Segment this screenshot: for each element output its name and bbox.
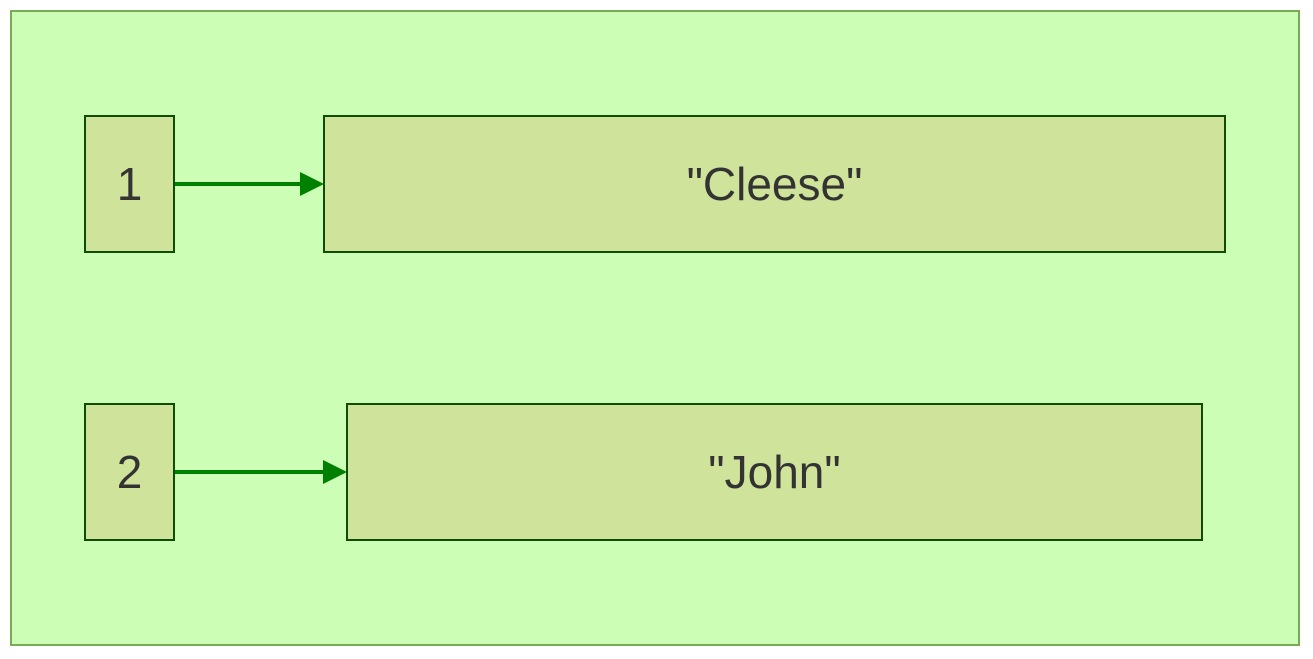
value-box-2: "John" [346,403,1203,541]
value-box-1: "Cleese" [323,115,1226,253]
diagram-frame [10,10,1300,646]
diagram-canvas: 1 "Cleese" 2 "John" [0,0,1313,659]
key-label-2: 2 [116,446,143,498]
key-label-1: 1 [116,158,143,210]
key-box-1: 1 [84,115,175,253]
key-box-2: 2 [84,403,175,541]
value-label-1: "Cleese" [686,158,863,210]
value-label-2: "John" [708,446,841,498]
